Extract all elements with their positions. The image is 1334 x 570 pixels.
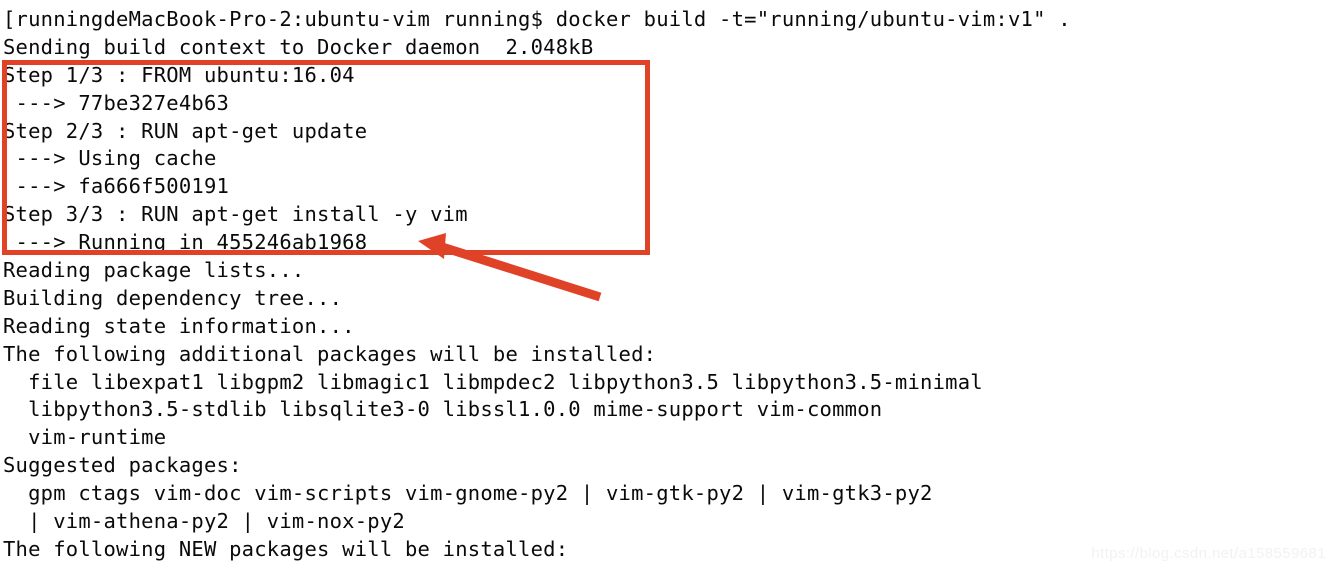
terminal-line: vim-runtime — [3, 425, 167, 450]
terminal-line: The following additional packages will b… — [3, 341, 657, 366]
terminal-line: Step 1/3 : FROM ubuntu:16.04 — [3, 62, 355, 87]
terminal-line: ---> Running in 455246ab1968 — [3, 230, 368, 255]
terminal-line: gpm ctags vim-doc vim-scripts vim-gnome-… — [3, 481, 933, 506]
terminal-line: ---> 77be327e4b63 — [3, 90, 230, 115]
terminal-line: Suggested packages: — [3, 453, 242, 478]
terminal-line: | vim-athena-py2 | vim-nox-py2 — [3, 509, 405, 534]
terminal-line: Reading state information... — [3, 313, 355, 338]
terminal-line: file libexpat1 libgpm2 libmagic1 libmpde… — [3, 369, 983, 394]
terminal-line: Building dependency tree... — [3, 285, 343, 310]
terminal-output[interactable]: [runningdeMacBook-Pro-2:ubuntu-vim runni… — [0, 0, 1334, 564]
terminal-line: Reading package lists... — [3, 258, 305, 283]
terminal-line: ---> fa666f500191 — [3, 174, 230, 199]
terminal-line: Sending build context to Docker daemon 2… — [3, 34, 594, 59]
watermark: https://blog.csdn.net/a158559681 — [1091, 545, 1326, 562]
terminal-line: [runningdeMacBook-Pro-2:ubuntu-vim runni… — [3, 7, 1071, 31]
terminal-line: Step 2/3 : RUN apt-get update — [3, 118, 368, 143]
terminal-line: Step 3/3 : RUN apt-get install -y vim — [3, 202, 468, 227]
terminal-line: ---> Using cache — [3, 146, 217, 171]
terminal-screenshot: [runningdeMacBook-Pro-2:ubuntu-vim runni… — [0, 0, 1334, 570]
terminal-line: libpython3.5-stdlib libsqlite3-0 libssl1… — [3, 397, 883, 422]
